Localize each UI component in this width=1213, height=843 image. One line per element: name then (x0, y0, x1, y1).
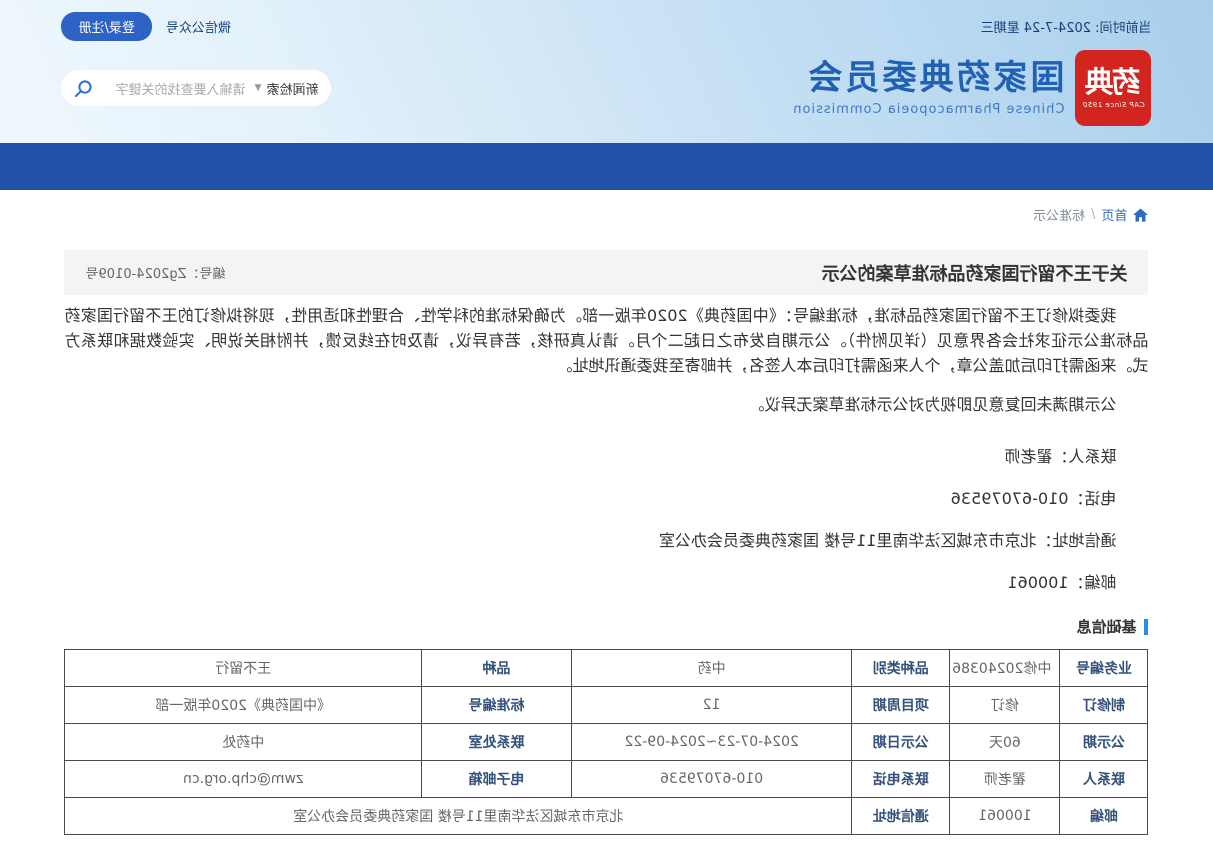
info-label-cell: 公示日期 (851, 723, 950, 761)
info-label-cell: 联系人 (1059, 760, 1148, 798)
search-input[interactable]: 请输入要查找的关键字 (103, 79, 246, 98)
chevron-down-icon: ▼ (254, 83, 262, 93)
table-row: 联系人 翟老师 联系电话 010-67079536 电子邮箱 zwm@chp.org.cn (65, 760, 1148, 798)
notice-paragraph: 公示期满未回复意见即视为对公示标准草案无异议。 (748, 395, 1117, 414)
info-label-cell: 品种 (421, 649, 572, 687)
breadcrumb-separator: / (1091, 207, 1096, 222)
site-title-cn: 国家药典委员会 (805, 58, 1065, 99)
search-icon[interactable] (75, 79, 94, 98)
notice-contact-line: 电话：010-67079536 (950, 489, 1117, 508)
info-value-cell: 60天 (949, 723, 1060, 761)
notice-contact-line: 通信地址：北京市东城区法华南里11号楼 国家药典委员会办公室 (659, 531, 1117, 550)
seal-characters: 药典 (1086, 64, 1141, 99)
table-row: 业务编号 中修20240386 品种类别 中药 品种 王不留行 (65, 649, 1148, 687)
basic-info-title: 基础信息 (1076, 618, 1137, 636)
info-value-cell: 2024-07-23~2024-09-22 (571, 723, 852, 761)
current-time: 当前时间: 2024-7-24 星期三 (980, 21, 1152, 36)
info-label-cell: 联系处室 (421, 723, 572, 761)
info-value-cell: 中药处 (65, 723, 422, 761)
search-bar[interactable]: 新闻检索 ▼ 请输入要查找的关键字 (61, 70, 332, 106)
basic-info-header: 基础信息 (65, 616, 1149, 637)
info-label-cell: 联系电话 (851, 760, 950, 798)
accent-bar (1144, 618, 1149, 635)
info-value-cell: 《中国药典》2020年版一部 (65, 686, 422, 724)
nav-band (0, 143, 1213, 190)
seal-caption: CAP Since 1950 (1082, 100, 1145, 109)
info-value-cell: 修订 (949, 686, 1060, 724)
search-category-select[interactable]: 新闻检索 ▼ (255, 79, 319, 98)
info-label-cell: 品种类别 (851, 649, 950, 687)
wechat-account-link[interactable]: 微信公众号 (166, 17, 231, 36)
notice-contact-line: 联系人：翟老师 (1004, 447, 1117, 466)
notice-contact-line: 邮编：100061 (1007, 573, 1117, 592)
info-label-cell: 制修订 (1059, 686, 1148, 724)
info-value-cell: 中修20240386 (949, 649, 1060, 687)
info-value-cell: 010-67079536 (571, 760, 852, 798)
home-icon[interactable] (1133, 207, 1149, 222)
info-label-cell: 电子邮箱 (421, 760, 572, 798)
info-value-cell: 100061 (949, 797, 1060, 835)
notice-title: 关于王不留行国家药品标准草案的公示 (821, 263, 1128, 285)
info-value-cell: 翟老师 (949, 760, 1060, 798)
info-value-cell: 中药 (571, 649, 852, 687)
info-value-cell: 王不留行 (65, 649, 422, 687)
breadcrumb-home-link[interactable]: 首页 (1101, 205, 1127, 224)
basic-info-table: 业务编号 中修20240386 品种类别 中药 品种 王不留行 制修订 修订 项目周期 12 标准编… (65, 649, 1149, 835)
info-value-cell: 北京市东城区法华南里11号楼 国家药典委员会办公室 (65, 797, 852, 835)
info-label-cell: 业务编号 (1059, 649, 1148, 687)
info-label-cell: 项目周期 (851, 686, 950, 724)
info-label-cell: 邮编 (1059, 797, 1148, 835)
info-value-cell: zwm@chp.org.cn (65, 760, 422, 798)
search-category-label: 新闻检索 (266, 82, 319, 98)
mirrored-viewport: 当前时间: 2024-7-24 星期三 微信公众号 登录/注册 药典 CAP S… (0, 0, 1213, 843)
breadcrumb: 首页 / 标准公示 (65, 205, 1149, 224)
notice-paragraph: 我委拟修订王不留行国家药品标准，标准编号：《中国药典》2020年版一部。为确保标… (64, 306, 1149, 375)
site-title-en: Chinese Pharmacopoeia Commission (792, 101, 1065, 117)
info-label-cell: 公示期 (1059, 723, 1148, 761)
notice-number: 编号：Zg2024-0109号 (85, 267, 226, 282)
main-content: 首页 / 标准公示 关于王不留行国家药品标准草案的公示 编号：Zg2024-01… (64, 205, 1149, 835)
notice-body: 我委拟修订王不留行国家药品标准，标准编号：《中国药典》2020年版一部。为确保标… (65, 303, 1149, 595)
breadcrumb-current: 标准公示 (1033, 209, 1086, 224)
page: 当前时间: 2024-7-24 星期三 微信公众号 登录/注册 药典 CAP S… (0, 0, 1213, 843)
notice-title-bar: 关于王不留行国家药品标准草案的公示 编号：Zg2024-0109号 (64, 250, 1149, 295)
login-register-button[interactable]: 登录/注册 (61, 12, 152, 41)
table-row: 公示期 60天 公示日期 2024-07-23~2024-09-22 联系处室 中药处 (65, 723, 1148, 761)
site-logo[interactable]: 药典 CAP Since 1950 国家药典委员会 Chinese Pharma… (792, 50, 1152, 126)
info-value-cell: 12 (571, 686, 852, 724)
info-label-cell: 通信地址 (851, 797, 950, 835)
table-row: 制修订 修订 项目周期 12 标准编号 《中国药典》2020年版一部 (65, 686, 1148, 724)
table-row: 邮编 100061 通信地址 北京市东城区法华南里11号楼 国家药典委员会办公室 (65, 797, 1148, 835)
info-label-cell: 标准编号 (421, 686, 572, 724)
site-header: 当前时间: 2024-7-24 星期三 微信公众号 登录/注册 药典 CAP S… (0, 0, 1213, 143)
seal-logo-icon: 药典 CAP Since 1950 (1075, 50, 1152, 126)
